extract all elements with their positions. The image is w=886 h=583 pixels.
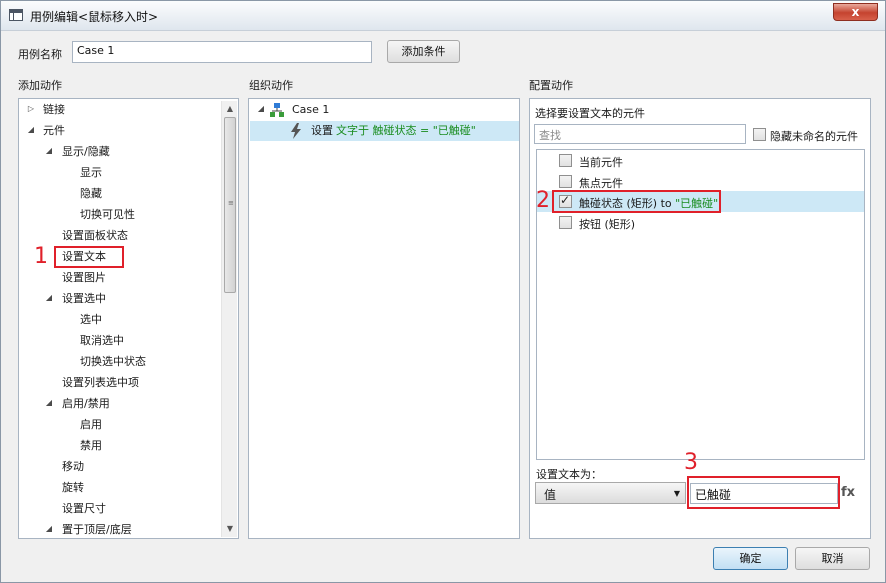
tree-item-show[interactable]: 显示 (80, 162, 102, 183)
hide-unnamed-checkbox[interactable] (753, 128, 766, 141)
close-button[interactable]: x (833, 3, 878, 21)
tree-item-set-selected[interactable]: ◢ 设置选中 (19, 288, 219, 309)
value-type-dropdown[interactable]: 值 ▼ (535, 482, 686, 504)
add-action-panel: ▷ 链接 ◢ 元件 ◢ 显示/隐藏 显示 隐藏 切换可见性 设置面板状态 设置文… (18, 98, 239, 539)
widget-checkbox[interactable] (559, 175, 572, 188)
tree-item-set-image[interactable]: 设置图片 (62, 267, 106, 288)
window-title: 用例编辑<鼠标移入时> (30, 10, 159, 24)
tree-item-bring-front-back[interactable]: ◢ 置于顶层/底层 (19, 519, 219, 538)
dropdown-value: 值 (544, 488, 557, 502)
action-tree-scrollbar[interactable]: ▲ ≡ ▼ (221, 101, 237, 537)
title-bar[interactable]: 用例编辑<鼠标移入时> x (1, 1, 885, 31)
widget-search-input[interactable]: 查找 (534, 124, 746, 144)
tree-item-select[interactable]: 选中 (80, 309, 102, 330)
case-name-label: 用例名称 (18, 48, 62, 61)
tree-item-set-panel-state[interactable]: 设置面板状态 (62, 225, 128, 246)
tree-item-label: 元件 (43, 124, 65, 137)
add-condition-button[interactable]: 添加条件 (387, 40, 460, 63)
tree-item-hide[interactable]: 隐藏 (80, 183, 102, 204)
hide-unnamed-label: 隐藏未命名的元件 (770, 130, 858, 143)
tree-item-label: 设置选中 (62, 292, 106, 305)
case-icon (270, 103, 284, 117)
tree-item-enable-disable[interactable]: ◢ 启用/禁用 (19, 393, 219, 414)
chevron-down-icon: ▼ (673, 489, 680, 498)
tree-item-enable[interactable]: 启用 (80, 414, 102, 435)
tree-item-label: 置于顶层/底层 (62, 523, 132, 536)
configure-action-heading: 配置动作 (529, 79, 573, 92)
expand-icon[interactable]: ▷ (26, 104, 36, 114)
tree-item-toggle-visibility[interactable]: 切换可见性 (80, 204, 135, 225)
action-row-selected[interactable]: 设置 文字于 触碰状态 = "已触碰" (250, 121, 519, 141)
fx-button[interactable]: fx (841, 485, 855, 500)
cancel-button[interactable]: 取消 (795, 547, 870, 570)
tree-item-set-list-selection[interactable]: 设置列表选中项 (62, 372, 139, 393)
grip-icon: ≡ (228, 199, 234, 207)
tree-item-rotate[interactable]: 旋转 (62, 477, 84, 498)
tree-item-disable[interactable]: 禁用 (80, 435, 102, 456)
action-detail: 文字于 触碰状态 = "已触碰" (336, 124, 476, 137)
collapse-icon[interactable]: ◢ (26, 125, 36, 135)
collapse-icon[interactable]: ◢ (44, 524, 54, 534)
lightning-icon (291, 123, 301, 139)
annotation-box-3 (687, 476, 840, 509)
scroll-down-icon[interactable]: ▼ (224, 523, 236, 535)
tree-item-label: 启用/禁用 (62, 397, 110, 410)
widget-checkbox[interactable] (559, 154, 572, 167)
configure-action-panel: 选择要设置文本的元件 查找 隐藏未命名的元件 当前元件 焦点元件 触碰状态 (矩… (529, 98, 871, 539)
collapse-icon[interactable]: ◢ (44, 398, 54, 408)
case-editor-dialog: 用例编辑<鼠标移入时> x 用例名称 Case 1 添加条件 添加动作 组织动作… (0, 0, 886, 583)
tree-item-move[interactable]: 移动 (62, 456, 84, 477)
widget-label-current: 当前元件 (579, 156, 623, 169)
ok-button[interactable]: 确定 (713, 547, 788, 570)
annotation-number-1: 1 (34, 244, 48, 269)
annotation-box-1 (54, 246, 124, 268)
tree-item-unselect[interactable]: 取消选中 (80, 330, 124, 351)
widget-checkbox[interactable] (559, 216, 572, 229)
widget-label-button: 按钮 (矩形) (579, 218, 636, 231)
organize-action-heading: 组织动作 (249, 79, 293, 92)
tree-item-set-size[interactable]: 设置尺寸 (62, 498, 106, 519)
scroll-thumb[interactable]: ≡ (224, 117, 236, 293)
case-node[interactable]: ◢ Case 1 (249, 99, 519, 120)
window-icon (9, 9, 23, 21)
tree-item-toggle-selected[interactable]: 切换选中状态 (80, 351, 146, 372)
organize-action-panel: ◢ Case 1 设置 文字于 触碰状态 = "已触碰" (248, 98, 520, 539)
tree-item-label: 显示/隐藏 (62, 145, 110, 158)
tree-item-label: 链接 (43, 103, 65, 116)
case-label: Case 1 (292, 103, 330, 116)
annotation-number-2: 2 (536, 188, 550, 213)
annotation-box-2 (552, 190, 721, 213)
add-action-heading: 添加动作 (18, 79, 62, 92)
collapse-icon[interactable]: ◢ (44, 146, 54, 156)
widget-label-focus: 焦点元件 (579, 177, 623, 190)
tree-item-link[interactable]: ▷ 链接 (19, 99, 219, 120)
select-widget-label: 选择要设置文本的元件 (535, 107, 645, 120)
tree-item-show-hide[interactable]: ◢ 显示/隐藏 (19, 141, 219, 162)
collapse-icon[interactable]: ◢ (256, 104, 266, 114)
case-name-input[interactable]: Case 1 (72, 41, 372, 63)
tree-item-widget[interactable]: ◢ 元件 (19, 120, 219, 141)
collapse-icon[interactable]: ◢ (44, 293, 54, 303)
scroll-up-icon[interactable]: ▲ (224, 103, 236, 115)
set-text-label: 设置文本为： (536, 468, 602, 481)
annotation-number-3: 3 (684, 450, 698, 475)
action-prefix: 设置 (311, 124, 333, 137)
